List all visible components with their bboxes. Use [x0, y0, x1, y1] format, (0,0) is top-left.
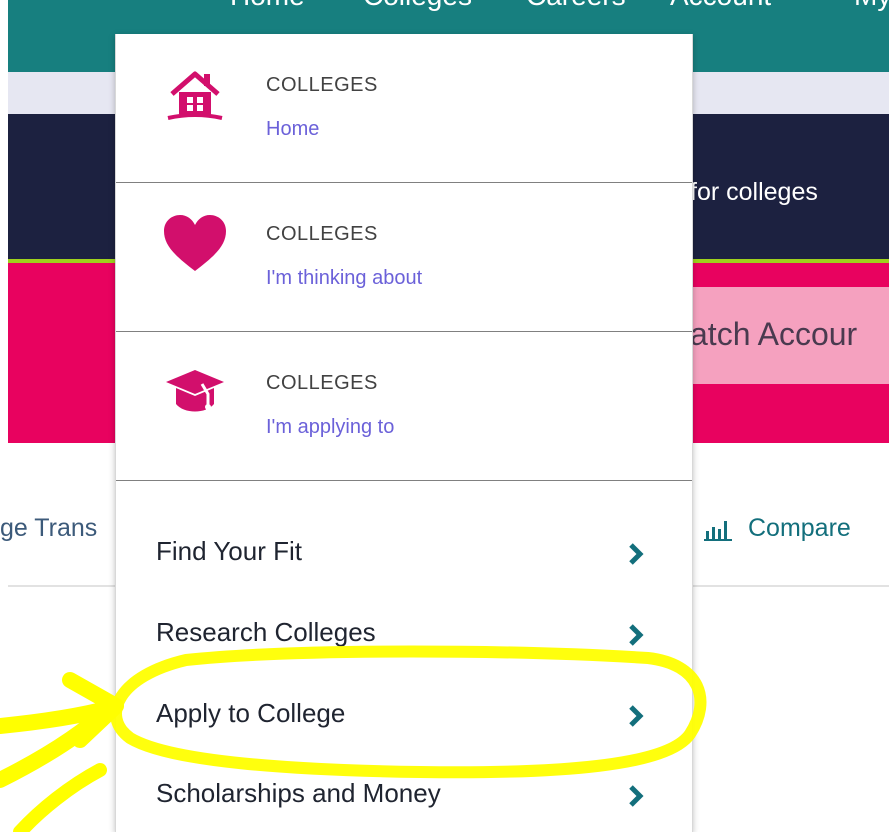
menu-card-caption: COLLEGES	[266, 74, 378, 96]
menu-link-apply-to-college[interactable]: Apply to College	[116, 684, 692, 744]
chevron-right-icon	[629, 543, 644, 565]
chevron-right-icon	[629, 624, 644, 646]
compare-link[interactable]: Compare	[704, 514, 851, 543]
arrow-shaft-top	[0, 700, 118, 734]
arrow-head	[62, 672, 124, 748]
chevron-right-icon	[629, 785, 644, 807]
hero-banner-text: for colleges	[690, 178, 818, 206]
menu-link-label: Research Colleges	[156, 617, 376, 647]
menu-card-subtitle: I'm thinking about	[266, 267, 423, 289]
menu-link-label: Find Your Fit	[156, 536, 302, 566]
chevron-right-icon	[629, 705, 644, 727]
menu-card-caption: COLLEGES	[266, 372, 378, 394]
house-icon	[167, 71, 223, 120]
menu-link-label: Apply to College	[156, 698, 346, 728]
graduation-cap-icon	[166, 370, 224, 412]
compare-link-label: Compare	[748, 514, 851, 542]
menu-link-scholarships-and-money[interactable]: Scholarships and Money	[116, 764, 692, 824]
menu-card-caption: COLLEGES	[266, 223, 378, 245]
menu-link-find-your-fit[interactable]: Find Your Fit	[116, 522, 692, 582]
menu-card-colleges-applying[interactable]: COLLEGES I'm applying to	[116, 332, 692, 481]
top-nav-link-colleges[interactable]: Colleges	[363, 0, 472, 12]
top-nav-link-careers[interactable]: Careers	[526, 0, 626, 12]
heart-icon	[164, 215, 226, 271]
page-tab-left[interactable]: ge Trans	[0, 514, 97, 543]
promo-button-label[interactable]: atch Accour	[690, 316, 857, 353]
colleges-dropdown-menu: COLLEGES Home COLLEGES I'm thinking abou…	[115, 34, 693, 832]
menu-link-label: Scholarships and Money	[156, 778, 441, 808]
menu-card-subtitle: I'm applying to	[266, 416, 395, 438]
menu-link-research-colleges[interactable]: Research Colleges	[116, 603, 692, 663]
menu-card-colleges-thinking[interactable]: COLLEGES I'm thinking about	[116, 183, 692, 332]
arrow-shaft-bottom	[0, 700, 118, 788]
bar-chart-icon	[704, 520, 732, 541]
menu-card-colleges-home[interactable]: COLLEGES Home	[116, 34, 692, 183]
top-nav-link-home[interactable]: Home	[230, 0, 305, 12]
top-nav-link-my[interactable]: My	[854, 0, 889, 12]
arrow-tail	[13, 763, 107, 832]
top-nav-link-account[interactable]: Account	[670, 0, 771, 12]
menu-card-subtitle: Home	[266, 118, 320, 140]
